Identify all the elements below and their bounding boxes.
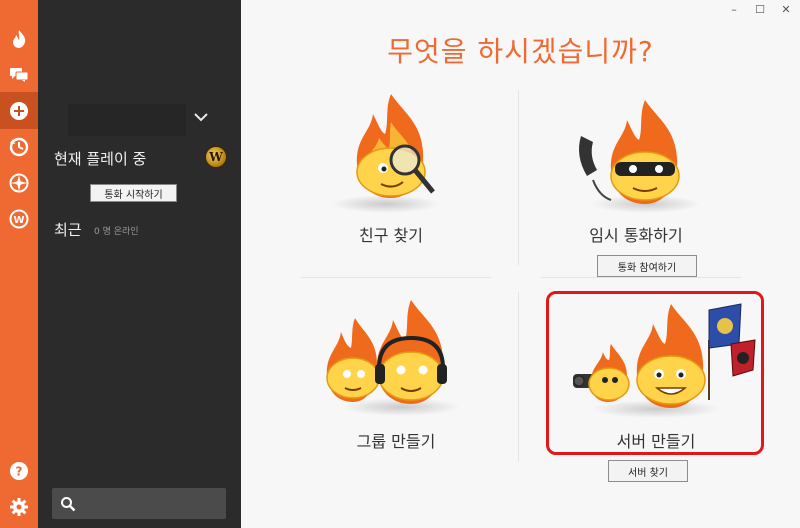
mascot-group-headset-icon bbox=[326, 300, 447, 404]
recent-label: 최근 bbox=[54, 221, 82, 239]
refresh-icon[interactable] bbox=[0, 128, 38, 165]
find-friends-label[interactable]: 친구 찾기 bbox=[341, 222, 441, 246]
join-call-button[interactable]: 통화 참여하기 bbox=[597, 255, 697, 277]
svg-text:W: W bbox=[13, 215, 24, 226]
recent-online-count: 0 명 온라인 bbox=[94, 227, 139, 237]
sidebar: 현재 플레이 중 W 통화 시작하기 최근 0 명 온라인 bbox=[38, 0, 241, 528]
maximize-icon[interactable]: ☐ bbox=[754, 3, 766, 16]
divider bbox=[301, 277, 491, 278]
window-controls: – ☐ ✕ bbox=[728, 3, 792, 16]
close-icon[interactable]: ✕ bbox=[780, 3, 792, 16]
icon-rail: W ? bbox=[0, 0, 38, 528]
mascot-server-icon bbox=[573, 303, 756, 408]
server-selector[interactable] bbox=[68, 104, 186, 136]
wow-game-icon[interactable]: W bbox=[205, 146, 227, 168]
divider bbox=[518, 292, 519, 462]
divider bbox=[541, 277, 741, 278]
flame-logo-icon[interactable] bbox=[0, 20, 38, 57]
help-icon[interactable]: ? bbox=[0, 452, 38, 489]
main-panel: – ☐ ✕ 무엇을 하시겠습니까? 친구 찾기 임시 통화하기 통화 참여하기 bbox=[241, 0, 800, 528]
wow-game-icon[interactable]: W bbox=[0, 200, 38, 237]
quick-call-label[interactable]: 임시 통화하기 bbox=[571, 222, 701, 246]
compass-icon[interactable] bbox=[0, 164, 38, 201]
svg-text:?: ? bbox=[16, 464, 23, 478]
mascot-magnifier-icon bbox=[356, 94, 435, 198]
chat-icon[interactable] bbox=[0, 56, 38, 93]
find-server-button[interactable]: 서버 찾기 bbox=[608, 460, 688, 482]
mascot-phone-icon bbox=[579, 100, 680, 204]
page-title: 무엇을 하시겠습니까? bbox=[387, 35, 654, 68]
chevron-down-icon[interactable] bbox=[194, 112, 208, 122]
settings-icon[interactable] bbox=[0, 488, 38, 525]
minimize-icon[interactable]: – bbox=[728, 3, 740, 16]
search-input[interactable] bbox=[52, 488, 226, 519]
create-server-label[interactable]: 서버 만들기 bbox=[571, 428, 741, 452]
search-icon bbox=[61, 497, 76, 512]
start-call-button[interactable]: 통화 시작하기 bbox=[90, 184, 177, 202]
now-playing-label: 현재 플레이 중 bbox=[54, 150, 147, 168]
divider bbox=[518, 90, 519, 265]
add-icon[interactable] bbox=[0, 92, 38, 129]
create-group-label[interactable]: 그룹 만들기 bbox=[336, 428, 456, 452]
